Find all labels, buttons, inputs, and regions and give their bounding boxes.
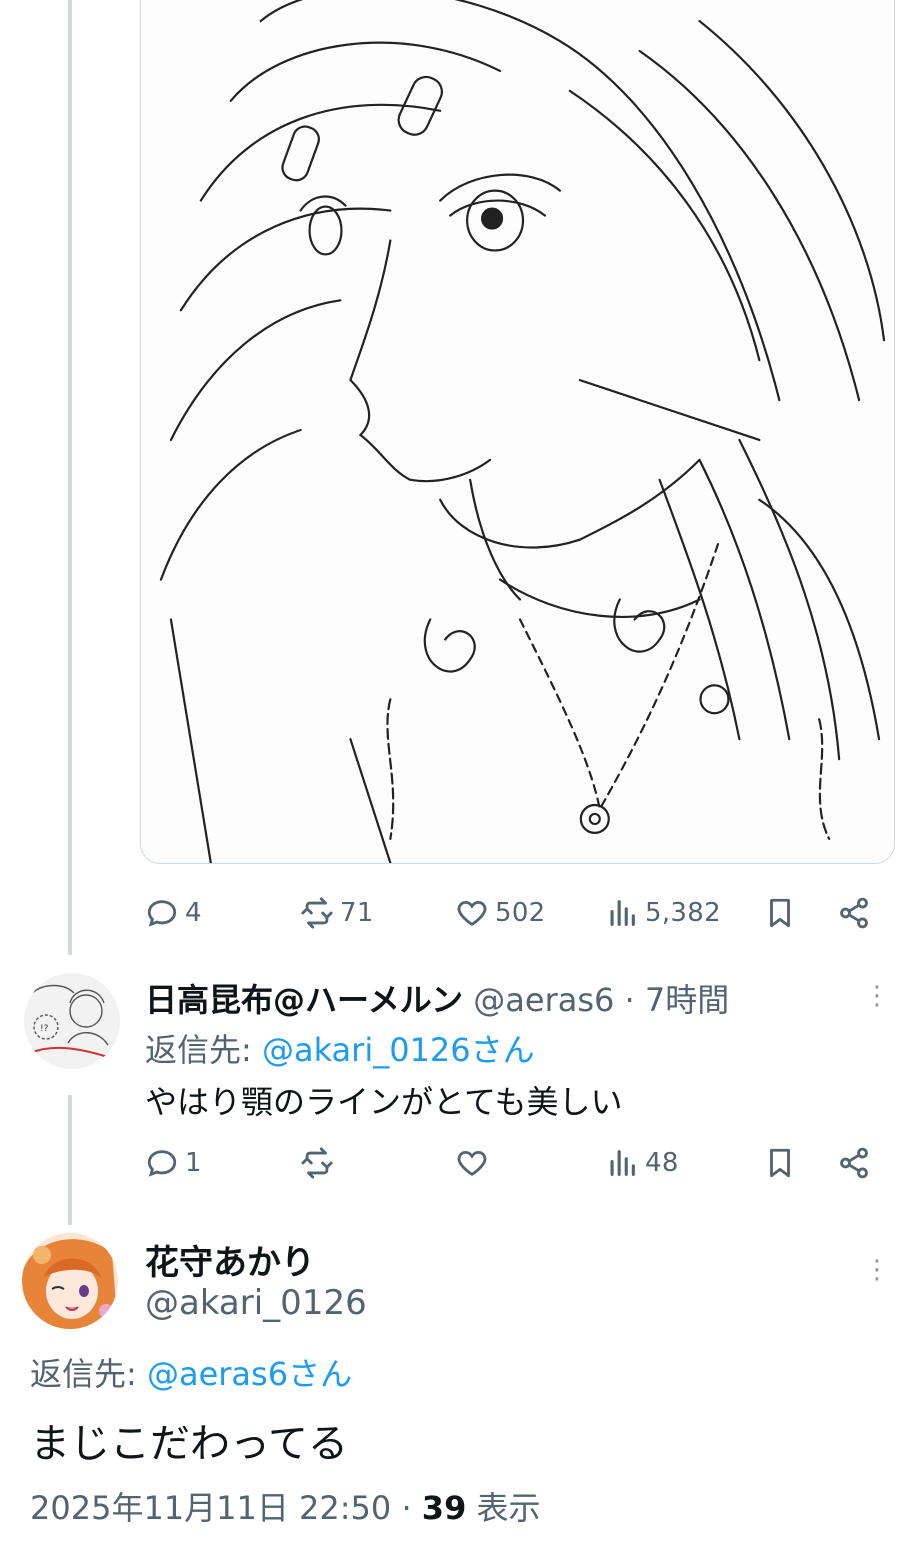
share-icon xyxy=(840,1147,868,1179)
tweet-text: まじこだわってる xyxy=(30,1421,348,1467)
bookmark-icon xyxy=(770,898,790,928)
tweet-action-bar: 4 71 502 5,382 xyxy=(140,888,880,938)
user-handle[interactable]: @aeras6 xyxy=(473,981,614,1019)
replying-to: 返信先: @aeras6さん xyxy=(30,1349,352,1395)
thread-line xyxy=(68,0,72,955)
views-button[interactable]: 48 xyxy=(605,1138,679,1188)
like-count: 502 xyxy=(495,898,546,928)
retweet-icon xyxy=(301,1147,333,1179)
like-button[interactable]: 502 xyxy=(455,888,546,938)
separator: · xyxy=(401,1489,412,1527)
views-button[interactable]: 5,382 xyxy=(605,888,721,938)
more-button[interactable]: ⋮ xyxy=(862,1255,892,1285)
views-count: 5,382 xyxy=(645,898,721,928)
thread-line xyxy=(68,1095,72,1225)
bookmark-icon xyxy=(770,1148,790,1178)
reply-icon xyxy=(147,1150,177,1177)
timestamp[interactable]: 7時間 xyxy=(645,981,729,1019)
avatar[interactable]: !? xyxy=(24,973,120,1069)
avatar-illustration xyxy=(22,1233,118,1329)
retweet-button[interactable] xyxy=(300,1138,334,1188)
anime-girl-lineart-illustration xyxy=(141,0,894,863)
replying-to: 返信先: @akari_0126さん xyxy=(145,1025,535,1071)
replying-to-link[interactable]: @aeras6さん xyxy=(147,1355,352,1393)
tweet-date[interactable]: 2025年11月11日 22:50 xyxy=(30,1489,391,1527)
display-name[interactable]: 花守あかり xyxy=(145,1235,315,1284)
views-icon xyxy=(610,1150,635,1176)
retweet-button[interactable]: 71 xyxy=(300,888,374,938)
reply-count: 1 xyxy=(185,1148,202,1178)
like-button[interactable] xyxy=(455,1138,489,1188)
avatar-illustration: !? xyxy=(24,973,120,1069)
tweet-meta: 2025年11月11日 22:50 · 39 表示 xyxy=(30,1483,541,1529)
views-icon xyxy=(610,900,635,926)
more-icon: ⋮ xyxy=(864,1255,890,1285)
bookmark-button[interactable] xyxy=(763,1138,797,1188)
avatar[interactable] xyxy=(22,1233,118,1329)
reply-button[interactable]: 1 xyxy=(145,1138,202,1188)
share-button[interactable] xyxy=(837,1138,871,1188)
share-icon xyxy=(840,897,868,929)
more-icon: ⋮ xyxy=(864,981,890,1011)
like-icon xyxy=(457,900,487,927)
share-button[interactable] xyxy=(837,888,871,938)
reply-count: 4 xyxy=(185,898,202,928)
views-count: 39 xyxy=(421,1489,467,1527)
retweet-count: 71 xyxy=(340,898,374,928)
reply-header: 日高昆布@ハーメルン @aeras6 · 7時間 xyxy=(145,975,729,1021)
replying-prefix: 返信先: xyxy=(145,1031,262,1069)
reply-icon xyxy=(147,900,177,927)
user-handle[interactable]: @akari_0126 xyxy=(145,1283,367,1323)
retweet-icon xyxy=(301,897,333,929)
svg-text:!?: !? xyxy=(40,1024,49,1034)
display-name[interactable]: 日高昆布@ハーメルン xyxy=(145,981,463,1019)
reply-action-bar: 1 48 xyxy=(140,1138,880,1188)
tweet-image[interactable] xyxy=(140,0,895,864)
reply-button[interactable]: 4 xyxy=(145,888,202,938)
separator: · xyxy=(624,981,635,1019)
bookmark-button[interactable] xyxy=(763,888,797,938)
more-button[interactable]: ⋮ xyxy=(862,981,892,1011)
views-label: 表示 xyxy=(476,1489,541,1527)
tweet-text: やはり顎のラインがとても美しい xyxy=(145,1083,623,1121)
replying-to-link[interactable]: @akari_0126さん xyxy=(262,1031,535,1069)
views-count: 48 xyxy=(645,1148,679,1178)
like-icon xyxy=(457,1150,487,1177)
replying-prefix: 返信先: xyxy=(30,1355,147,1393)
